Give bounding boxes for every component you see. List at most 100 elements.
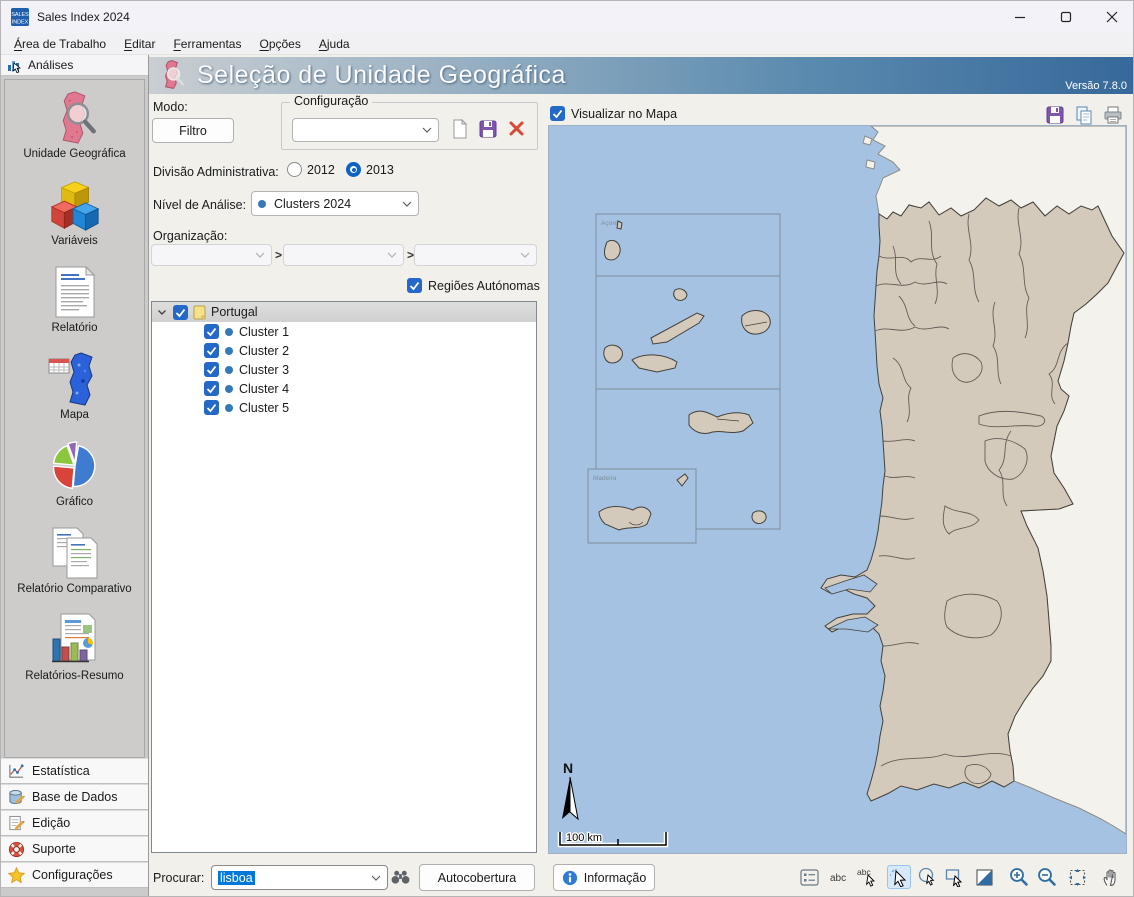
sidebar-section-label: Configurações — [32, 868, 113, 882]
search-button[interactable] — [391, 869, 410, 888]
checkbox-checked-icon[interactable] — [204, 343, 219, 358]
menu-ajuda[interactable]: Ajuda — [310, 35, 359, 53]
tree-row-cluster-1[interactable]: Cluster 1 — [152, 322, 536, 341]
app-logo: SALES INDEX — [11, 8, 29, 26]
checkbox-checked-icon[interactable] — [204, 381, 219, 396]
sidebar-section-configuracoes[interactable]: Configurações — [1, 862, 148, 888]
filtro-button[interactable]: Filtro — [152, 118, 234, 143]
checkbox-checked-icon — [407, 278, 422, 293]
tree-row-cluster-5[interactable]: Cluster 5 — [152, 398, 536, 417]
informacao-button[interactable]: Informação — [553, 864, 655, 891]
select-rectangle-button[interactable] — [943, 865, 967, 889]
sidebar-item-unidade-geografica[interactable]: Unidade Geográfica — [5, 80, 144, 167]
sidebar-section-estatistica[interactable]: Estatística — [1, 758, 148, 784]
select-circle-button[interactable] — [916, 865, 940, 889]
menu-area-de-trabalho[interactable]: Área de Trabalho — [5, 35, 115, 53]
organizacao-combo-1[interactable] — [151, 244, 272, 266]
minimize-button[interactable] — [997, 1, 1043, 33]
cluster-bullet-icon — [225, 385, 233, 393]
map-canvas[interactable]: Açores Madeira — [549, 126, 1126, 853]
mapa-icon — [47, 350, 103, 407]
zoom-extent-button[interactable] — [1065, 865, 1089, 889]
sidebar-section-edicao[interactable]: Edição — [1, 810, 148, 836]
filtro-button-label: Filtro — [179, 124, 207, 138]
procurar-value[interactable]: lisboa — [218, 871, 255, 885]
label-select-button[interactable]: abc — [855, 865, 879, 889]
chevron-down-icon — [255, 252, 265, 258]
zoom-out-button[interactable] — [1035, 865, 1059, 889]
radio-2013-circle — [346, 162, 361, 177]
select-arrow-button[interactable] — [887, 865, 911, 889]
circle-select-icon — [918, 867, 938, 887]
sidebar: Análises Unidade Geográfica — [1, 55, 149, 897]
chevron-down-icon[interactable] — [156, 306, 168, 318]
radio-2012-circle — [287, 162, 302, 177]
checkbox-checked-icon — [550, 106, 565, 121]
menu-opcoes[interactable]: Opções — [250, 35, 309, 53]
organizacao-combo-3[interactable] — [414, 244, 537, 266]
sidebar-item-label: Gráfico — [56, 496, 93, 508]
menu-ferramentas[interactable]: Ferramentas — [164, 35, 250, 53]
cluster-bullet-icon — [225, 404, 233, 412]
sidebar-section-suporte[interactable]: Suporte — [1, 836, 148, 862]
sidebar-item-label: Relatórios-Resumo — [25, 670, 123, 682]
tree-row-cluster-2[interactable]: Cluster 2 — [152, 341, 536, 360]
radio-2013[interactable]: 2013 — [346, 162, 394, 177]
sidebar-section-base-de-dados[interactable]: Base de Dados — [1, 784, 148, 810]
checkbox-checked-icon[interactable] — [204, 362, 219, 377]
sidebar-item-mapa[interactable]: Mapa — [5, 341, 144, 428]
sidebar-item-grafico[interactable]: Gráfico — [5, 428, 144, 515]
maximize-button[interactable] — [1043, 1, 1089, 33]
maximize-icon — [1060, 11, 1072, 23]
rect-select-icon — [945, 867, 965, 887]
chevron-down-icon — [387, 252, 397, 258]
configuracao-groupbox: Configuração — [281, 102, 538, 150]
checkbox-checked-icon[interactable] — [204, 324, 219, 339]
sidebar-item-variaveis[interactable]: Variáveis — [5, 167, 144, 254]
autocobertura-button[interactable]: Autocobertura — [419, 864, 535, 891]
cluster-bullet-icon — [225, 328, 233, 336]
grafico-icon — [47, 437, 103, 494]
map-svg: Açores Madeira — [549, 126, 1126, 853]
sidebar-sections: Estatística Base de Dados Edição — [1, 758, 148, 888]
folder-icon — [193, 305, 206, 320]
menu-editar[interactable]: Editar — [115, 35, 164, 53]
checkbox-checked-icon[interactable] — [204, 400, 219, 415]
sidebar-item-relatorio[interactable]: Relatório — [5, 254, 144, 341]
regioes-autonomas-checkbox[interactable]: Regiões Autónomas — [407, 278, 540, 293]
unidade-geografica-header-icon — [157, 59, 187, 93]
tree-row-cluster-3[interactable]: Cluster 3 — [152, 360, 536, 379]
close-button[interactable] — [1089, 1, 1134, 33]
copy-map-button[interactable] — [1074, 105, 1094, 128]
nivel-value: Clusters 2024 — [274, 197, 351, 211]
configuracao-combo[interactable] — [292, 118, 439, 142]
save-config-button[interactable] — [478, 119, 498, 142]
sidebar-section-label: Suporte — [32, 842, 76, 856]
nivel-combo[interactable]: Clusters 2024 — [251, 191, 419, 216]
sidebar-item-relatorio-comparativo[interactable]: Relatório Comparativo — [5, 515, 144, 602]
new-config-button[interactable] — [450, 119, 470, 142]
procurar-combo[interactable]: lisboa — [211, 865, 388, 890]
label-button[interactable]: abc — [827, 865, 851, 889]
cluster-bullet-icon — [225, 347, 233, 355]
regioes-autonomas-label: Regiões Autónomas — [428, 279, 540, 293]
print-map-button[interactable] — [1103, 105, 1123, 128]
radio-2013-label: 2013 — [366, 163, 394, 177]
invert-selection-button[interactable] — [972, 865, 996, 889]
checkbox-checked-icon[interactable] — [173, 305, 188, 320]
radio-2012[interactable]: 2012 — [287, 162, 335, 177]
zoom-in-button[interactable] — [1007, 865, 1031, 889]
tree-row-portugal[interactable]: Portugal — [152, 302, 536, 322]
save-map-button[interactable] — [1045, 105, 1065, 128]
configuracoes-icon — [8, 867, 25, 884]
svg-text:abc: abc — [857, 867, 871, 877]
tree-row-cluster-4[interactable]: Cluster 4 — [152, 379, 536, 398]
delete-config-button[interactable] — [508, 120, 525, 140]
organizacao-combo-2[interactable] — [283, 244, 404, 266]
pan-button[interactable] — [1097, 865, 1121, 889]
unidade-geografica-icon — [47, 89, 103, 146]
sidebar-item-relatorios-resumo[interactable]: Relatórios-Resumo — [5, 602, 144, 689]
autocobertura-label: Autocobertura — [438, 871, 517, 885]
visualizar-no-mapa-checkbox[interactable]: Visualizar no Mapa — [550, 106, 677, 121]
legend-button[interactable] — [797, 865, 821, 889]
